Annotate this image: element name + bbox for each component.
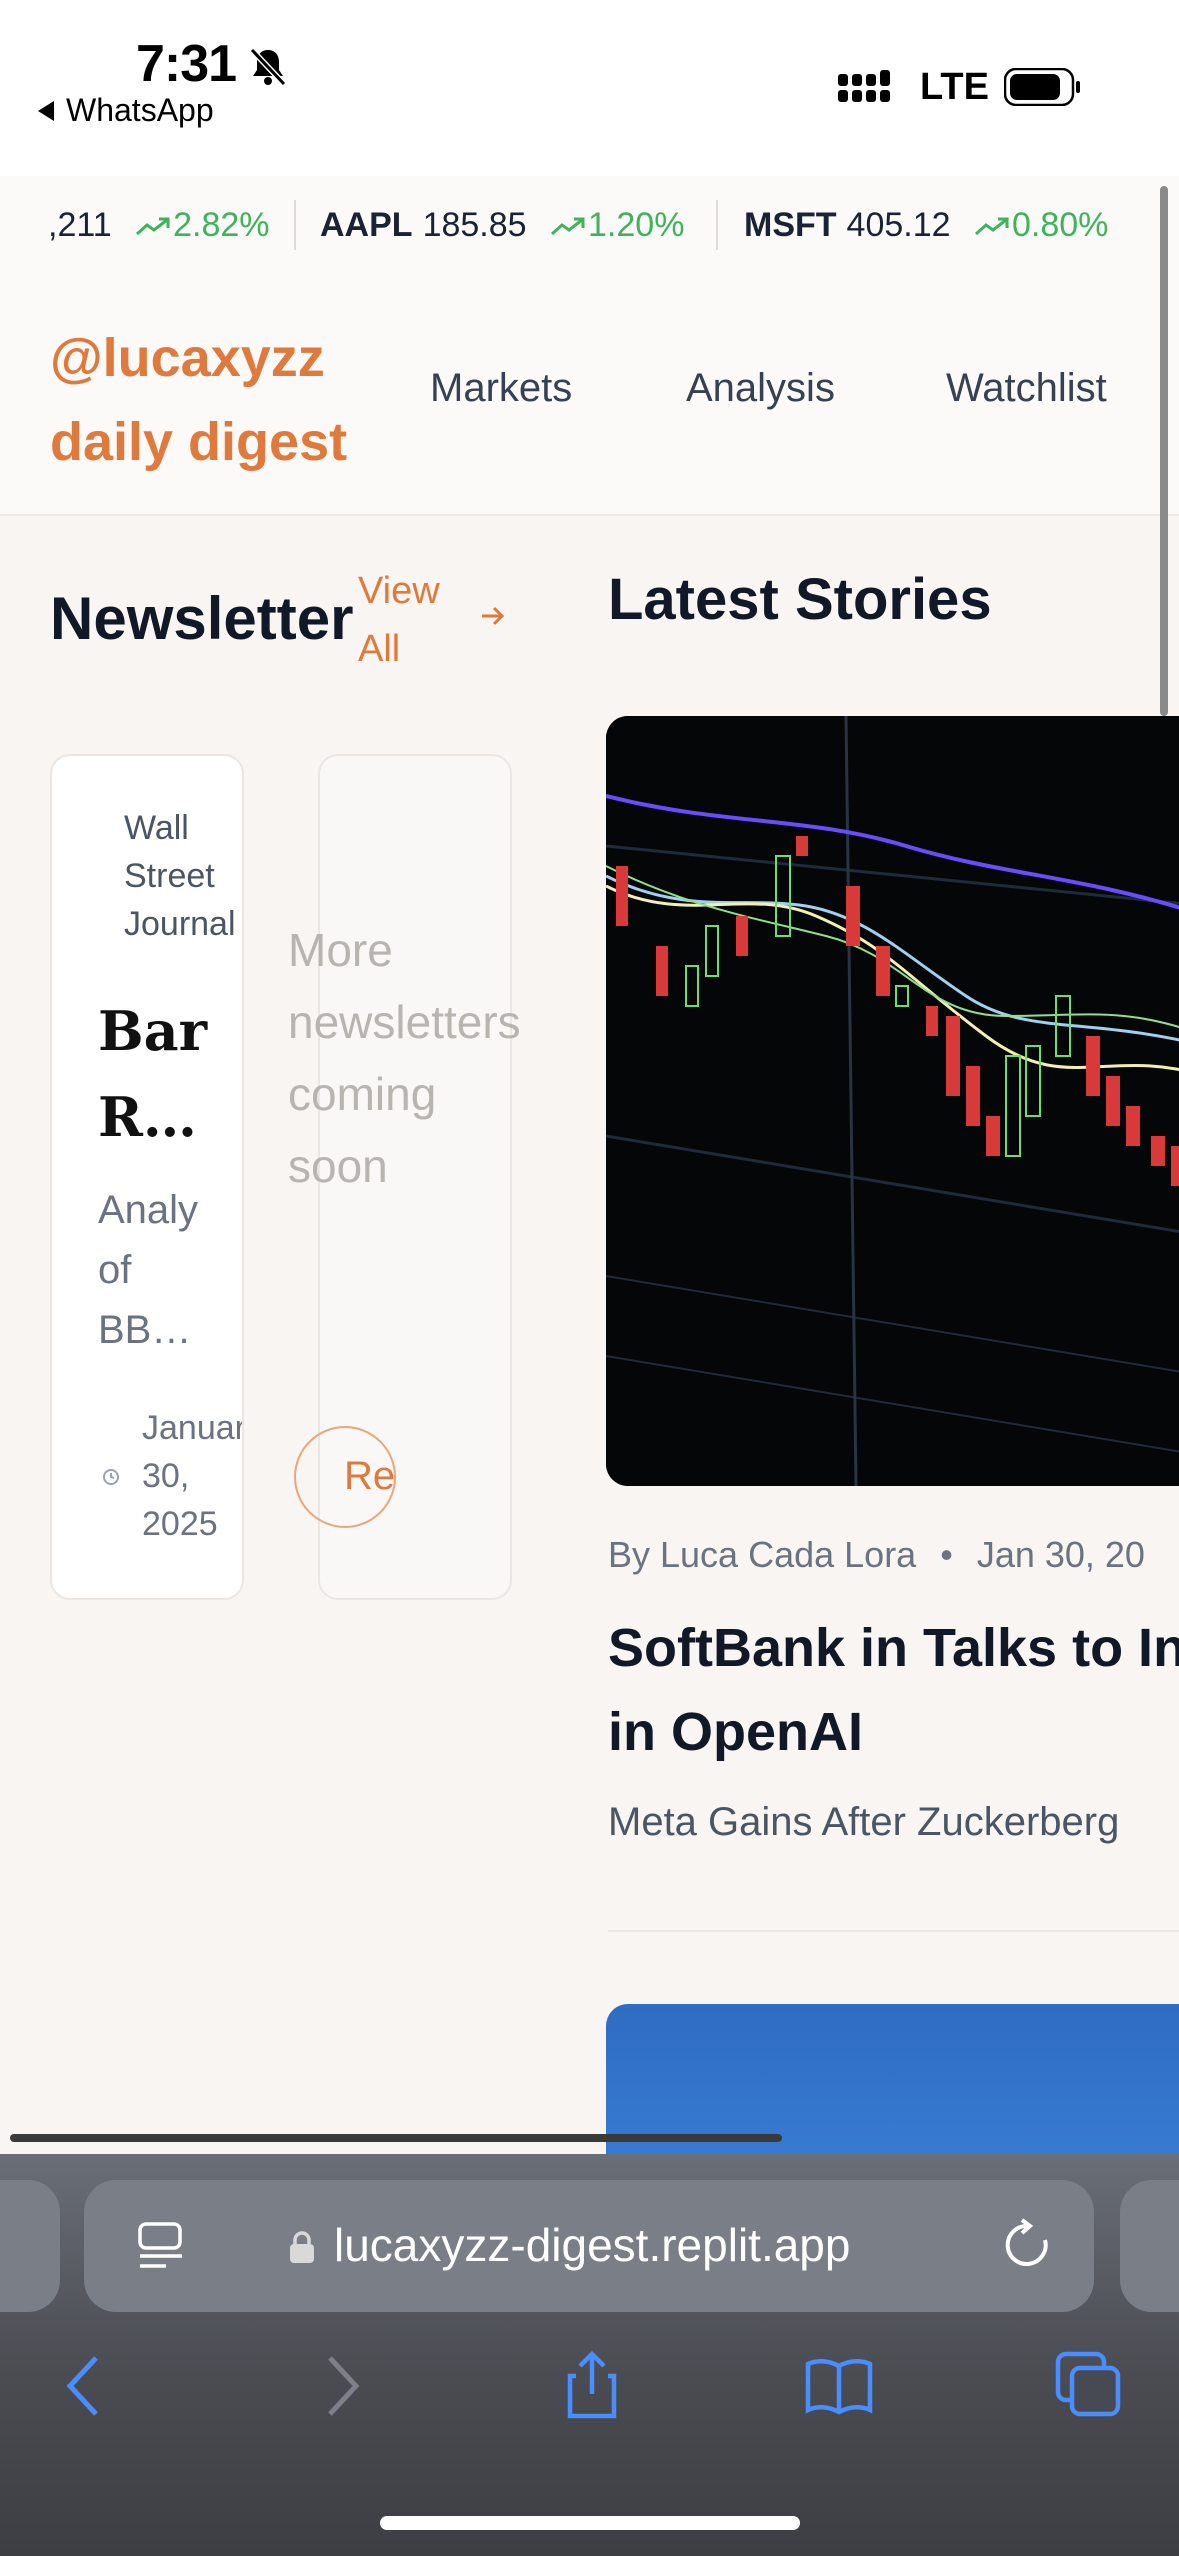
story-author: By Luca Cada Lora [608, 1534, 917, 1575]
back-to-app-link[interactable]: WhatsApp [38, 92, 214, 129]
ticker-price: ,211 [48, 206, 112, 244]
source-line: Wall [124, 809, 189, 847]
ticker-item[interactable]: ,211 2.82% [48, 206, 270, 245]
horizontal-scrollbar[interactable] [10, 2134, 782, 2142]
newsletter-date: January 30, 2025 [142, 1404, 242, 1548]
nav-analysis[interactable]: Analysis [686, 366, 835, 411]
desc-line: BB… [98, 1308, 192, 1352]
ticker-change: 2.82% [173, 206, 270, 244]
placeholder-line: soon [288, 1140, 388, 1192]
candlestick-chart-image [606, 716, 1179, 1486]
title-line: Bar [98, 999, 208, 1063]
view-all-link[interactable]: View All [358, 562, 440, 678]
story-divider [608, 1930, 1179, 1932]
placeholder-line: newsletters [288, 996, 521, 1048]
headline-line: SoftBank in Talks to Inv [608, 1618, 1179, 1678]
story-headline[interactable]: SoftBank in Talks to Inv in OpenAI [608, 1606, 1179, 1774]
story-image[interactable] [606, 716, 1179, 1486]
ticker-price: 405.12 [846, 206, 951, 244]
status-time: 7:31 [136, 35, 237, 93]
bookmarks-icon[interactable] [804, 2350, 874, 2420]
story-byline: By Luca Cada Lora • Jan 30, 20 [608, 1534, 1145, 1576]
page-menu-icon[interactable] [136, 2220, 186, 2272]
previous-tab-preview[interactable] [0, 2180, 60, 2312]
trend-up-icon [974, 217, 1009, 236]
network-type: LTE [920, 66, 989, 108]
brand-line-2: daily digest [50, 412, 348, 472]
url-text[interactable]: lucaxyzz-digest.replit.app [334, 2218, 850, 2272]
newsletter-description: Analy of BB… [98, 1180, 208, 1360]
separator-dot: • [940, 1534, 953, 1575]
tabs-icon[interactable] [1054, 2350, 1124, 2420]
ticker-symbol: AAPL [320, 206, 413, 244]
placeholder-line: coming [288, 1068, 437, 1120]
newsletter-source: Wall Street Journal [124, 804, 242, 948]
desc-line: of [98, 1248, 132, 1292]
placeholder-line: More [288, 924, 393, 976]
trend-up-icon [136, 217, 170, 236]
site-header: @lucaxyzz daily digest Markets Analysis … [0, 276, 1179, 516]
date-line: 30, [142, 1457, 190, 1495]
nav-watchlist[interactable]: Watchlist [946, 366, 1107, 411]
forward-icon[interactable] [304, 2350, 374, 2420]
read-button[interactable]: Re [294, 1426, 396, 1528]
ticker-divider [716, 200, 718, 250]
clock-icon [103, 1469, 119, 1485]
back-app-label: WhatsApp [66, 92, 214, 128]
silent-bell-icon [249, 47, 287, 87]
trend-up-icon [551, 217, 585, 236]
desc-line: Analy [98, 1188, 199, 1232]
ticker-price: 185.85 [422, 206, 527, 244]
view-all-line-1: View [358, 570, 440, 612]
status-bar: 7:31 WhatsApp LTE [0, 0, 1179, 176]
reload-icon[interactable] [1000, 2218, 1054, 2272]
brand-line-1: @lucaxyzz [50, 328, 325, 388]
lock-icon [290, 2231, 314, 2263]
battery-icon [1004, 68, 1080, 106]
back-icon[interactable] [52, 2350, 122, 2420]
view-all-line-2: All [358, 628, 401, 670]
back-triangle-icon [38, 100, 54, 121]
cellular-signal-icon [838, 70, 890, 102]
coming-soon-text: More newsletters coming soon [288, 914, 521, 1202]
story-subtitle: Meta Gains After Zuckerberg [608, 1800, 1120, 1844]
share-icon[interactable] [556, 2350, 626, 2420]
ticker-symbol: MSFT [744, 206, 837, 244]
source-line: Street [124, 857, 215, 895]
story-date: Jan 30, 20 [976, 1534, 1145, 1575]
read-button-label: Re [344, 1454, 396, 1498]
latest-stories-heading: Latest Stories [608, 567, 992, 632]
title-line: R… [98, 1085, 197, 1149]
newsletter-title: Bar R… [98, 988, 228, 1160]
ticker-change: 1.20% [588, 206, 685, 244]
site-logo[interactable]: @lucaxyzz daily digest [50, 316, 347, 484]
home-indicator[interactable] [380, 2516, 800, 2530]
ticker-change: 0.80% [1012, 206, 1109, 244]
next-tab-preview[interactable] [1120, 2180, 1179, 2312]
ticker-item[interactable]: AAPL 185.85 1.20% [320, 206, 684, 245]
stock-ticker: ,211 2.82% AAPL 185.85 1.20% MSFT 405.12 0… [0, 176, 1179, 276]
date-line: January [142, 1409, 242, 1447]
ticker-item[interactable]: MSFT 405.12 0.80% [744, 206, 1108, 245]
headline-line: in OpenAI [608, 1702, 863, 1762]
ticker-divider [294, 200, 296, 250]
newsletter-heading: Newsletter [50, 585, 354, 652]
source-line: Journal [124, 905, 236, 943]
nav-markets[interactable]: Markets [430, 366, 572, 411]
date-line: 2025 [142, 1505, 218, 1543]
vertical-scrollbar[interactable] [1160, 186, 1168, 716]
newsletter-card[interactable]: Wall Street Journal Bar R… Analy of BB… … [50, 754, 244, 1600]
arrow-right-icon [482, 606, 505, 626]
